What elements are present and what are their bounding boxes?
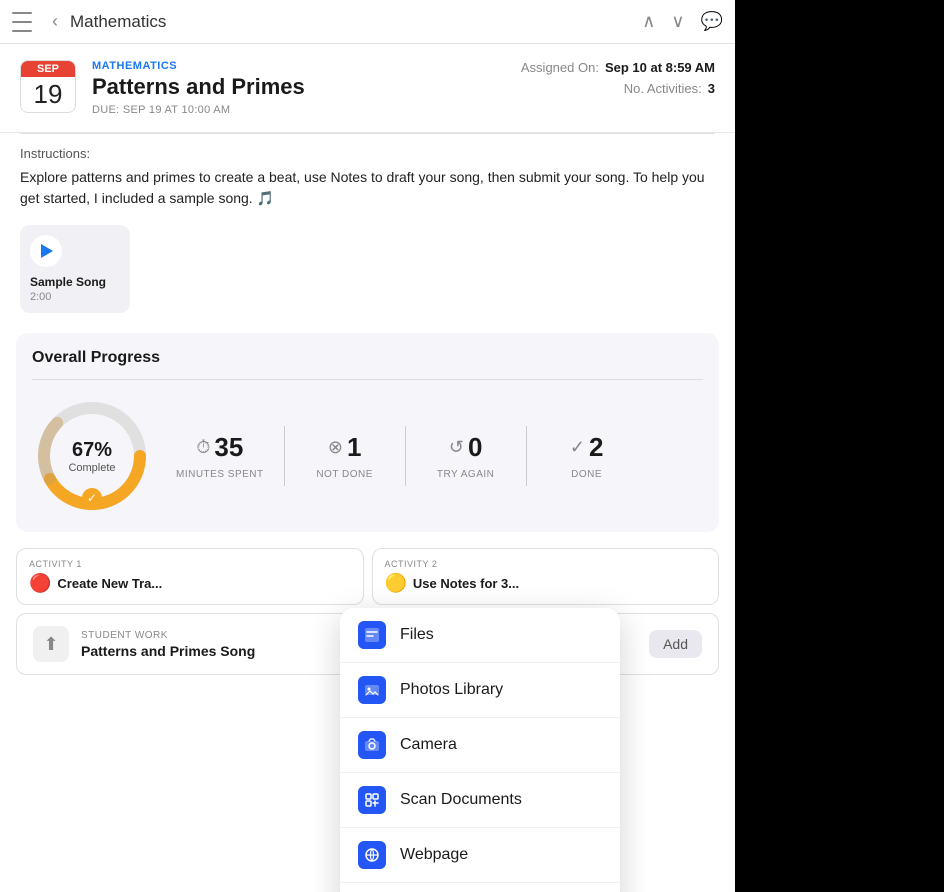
instructions-text: Explore patterns and primes to create a …	[20, 167, 715, 209]
dropdown-item-bookmarks[interactable]: Bookmarks	[340, 883, 620, 892]
sample-song-card[interactable]: Sample Song 2:00	[20, 225, 130, 313]
activities-row: No. Activities: 3	[515, 81, 715, 96]
stat-minutes: ⏱ 35 MINUTES SPENT	[176, 432, 264, 480]
calendar-day: 19	[21, 77, 75, 112]
scan-label: Scan Documents	[400, 791, 522, 809]
donut-check-icon: ✓	[82, 488, 102, 508]
assignment-info: MATHEMATICS Patterns and Primes DUE: SEP…	[92, 60, 499, 116]
webpage-label: Webpage	[400, 846, 468, 864]
donut-label: Complete	[68, 462, 115, 474]
calendar-icon: SEP 19	[20, 60, 76, 113]
donut-chart: 67% Complete ✓	[32, 396, 152, 516]
stat-done-label: DONE	[571, 469, 602, 480]
stat-try-again-label: TRY AGAIN	[437, 469, 494, 480]
dropdown-menu: Files Photos Library Camera	[340, 608, 620, 892]
assigned-on-label: Assigned On:	[521, 60, 599, 75]
stat-done: ✓ 2 DONE	[547, 432, 627, 480]
sidebar-toggle-button[interactable]	[12, 12, 40, 32]
chevron-down-icon[interactable]: ∨	[671, 11, 684, 32]
nav-actions: ∧ ∨ 💬	[642, 11, 723, 32]
assignment-due: DUE: SEP 19 AT 10:00 AM	[92, 104, 499, 116]
work-upload-icon: ⬆	[33, 626, 69, 662]
progress-stats: 67% Complete ✓ ⏱ 35 MINUTES SPENT ⊗ 1	[32, 396, 703, 516]
stat-not-done-value: 1	[347, 432, 361, 463]
stat-divider-3	[526, 426, 527, 486]
activity-1-label: ACTIVITY 1	[29, 559, 351, 569]
dropdown-item-camera[interactable]: Camera	[340, 718, 620, 773]
done-icon: ✓	[570, 437, 585, 458]
assignment-subject: MATHEMATICS	[92, 60, 499, 72]
activity-card-2[interactable]: ACTIVITY 2 🟡 Use Notes for 3...	[372, 548, 720, 605]
stat-try-again-value: 0	[468, 432, 482, 463]
stat-divider-1	[284, 426, 285, 486]
assigned-on-value: Sep 10 at 8:59 AM	[605, 60, 715, 75]
activity-2-label: ACTIVITY 2	[385, 559, 707, 569]
activities-label: No. Activities:	[624, 81, 702, 96]
progress-divider	[32, 379, 703, 380]
add-button[interactable]: Add	[649, 630, 702, 658]
instructions-section: Instructions: Explore patterns and prime…	[0, 134, 735, 217]
activity-2-name: Use Notes for 3...	[413, 576, 519, 591]
nav-bar: ‹ Mathematics ∧ ∨ 💬	[0, 0, 735, 44]
dropdown-item-files[interactable]: Files	[340, 608, 620, 663]
song-duration: 2:00	[30, 291, 51, 303]
progress-title: Overall Progress	[32, 349, 703, 367]
activity-card-1[interactable]: ACTIVITY 1 🔴 Create New Tra...	[16, 548, 364, 605]
play-icon	[41, 244, 53, 258]
files-label: Files	[400, 626, 434, 644]
dropdown-item-webpage[interactable]: Webpage	[340, 828, 620, 883]
stat-try-again: ↺ 0 TRY AGAIN	[426, 432, 506, 480]
activities-section: ACTIVITY 1 🔴 Create New Tra... ACTIVITY …	[0, 540, 735, 605]
try-again-icon: ↺	[449, 437, 464, 458]
stat-not-done-label: NOT DONE	[316, 469, 373, 480]
activity-2-icon: 🟡	[385, 573, 407, 594]
chevron-up-icon[interactable]: ∧	[642, 11, 655, 32]
camera-label: Camera	[400, 736, 457, 754]
dropdown-item-photos[interactable]: Photos Library	[340, 663, 620, 718]
assignment-meta: Assigned On: Sep 10 at 8:59 AM No. Activ…	[515, 60, 715, 102]
stat-divider-2	[405, 426, 406, 486]
left-panel: ‹ Mathematics ∧ ∨ 💬 SEP 19 MATHEMATICS P…	[0, 0, 735, 892]
progress-section: Overall Progress 67% Complete ✓	[16, 333, 719, 532]
nav-title: Mathematics	[70, 12, 634, 32]
activity-1-icon: 🔴	[29, 573, 51, 594]
stat-done-value: 2	[589, 432, 603, 463]
right-panel	[735, 0, 944, 892]
files-icon	[358, 621, 386, 649]
stat-minutes-value: 35	[214, 432, 243, 463]
stat-minutes-label: MINUTES SPENT	[176, 469, 264, 480]
activities-value: 3	[708, 81, 715, 96]
photos-label: Photos Library	[400, 681, 503, 699]
stat-not-done: ⊗ 1 NOT DONE	[305, 432, 385, 480]
activity-1-name: Create New Tra...	[57, 576, 162, 591]
webpage-icon	[358, 841, 386, 869]
play-button[interactable]	[30, 235, 62, 267]
donut-percent: 67%	[68, 439, 115, 462]
dropdown-item-scan[interactable]: Scan Documents	[340, 773, 620, 828]
photos-icon	[358, 676, 386, 704]
comment-icon[interactable]: 💬	[701, 11, 723, 32]
back-button[interactable]: ‹	[52, 11, 58, 32]
assignment-title: Patterns and Primes	[92, 74, 499, 100]
attachments-section: Sample Song 2:00	[0, 217, 735, 325]
camera-icon	[358, 731, 386, 759]
donut-center: 67% Complete	[68, 439, 115, 474]
assigned-on-row: Assigned On: Sep 10 at 8:59 AM	[515, 60, 715, 75]
song-title: Sample Song	[30, 275, 106, 289]
scan-icon	[358, 786, 386, 814]
calendar-month: SEP	[21, 61, 75, 77]
clock-icon: ⏱	[196, 437, 210, 458]
assignment-header: SEP 19 MATHEMATICS Patterns and Primes D…	[0, 44, 735, 133]
not-done-icon: ⊗	[328, 437, 343, 458]
instructions-label: Instructions:	[20, 146, 715, 161]
